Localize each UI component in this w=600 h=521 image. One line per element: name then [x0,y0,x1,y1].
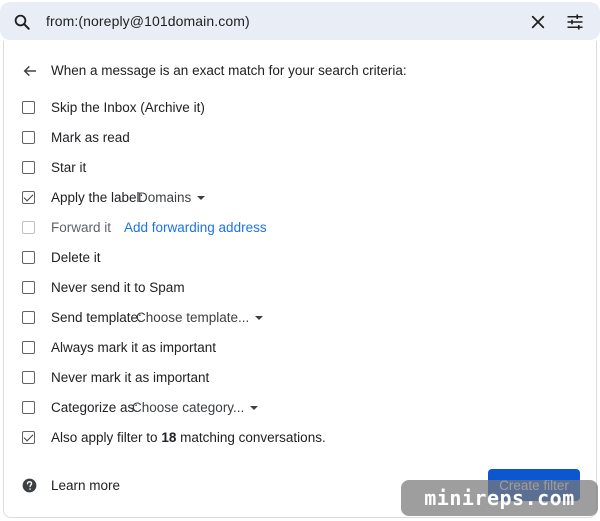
mark-read-label: Mark as read [51,129,130,145]
learn-more-link[interactable]: Learn more [51,478,120,493]
category-select[interactable]: Choose category... [132,400,260,415]
back-arrow-icon[interactable] [22,63,38,79]
chevron-down-icon [197,195,206,200]
also-apply-checkbox[interactable] [22,430,35,444]
option-apply-label[interactable]: Apply the label: Domains [22,187,206,207]
filter-heading: When a message is an exact match for you… [51,63,407,78]
skip-inbox-label: Skip the Inbox (Archive it) [51,99,205,115]
matching-count: 18 [161,429,177,445]
search-input[interactable]: from:(noreply@101domain.com) [46,13,250,29]
never-important-label: Never mark it as important [51,369,210,385]
search-bar[interactable]: from:(noreply@101domain.com) [0,2,600,40]
option-also-apply[interactable]: Also apply filter to 18 matching convers… [22,427,326,447]
categorize-label: Categorize as: [51,399,139,415]
chevron-down-icon [255,315,264,320]
delete-checkbox[interactable] [22,250,35,264]
close-icon[interactable] [530,14,546,30]
option-skip-inbox[interactable]: Skip the Inbox (Archive it) [22,97,205,117]
star-label: Star it [51,159,87,175]
also-apply-prefix: Also apply filter to [51,429,158,445]
never-important-checkbox[interactable] [22,370,35,384]
apply-label-checkbox[interactable] [22,190,35,204]
chevron-down-icon [250,405,259,410]
never-spam-checkbox[interactable] [22,280,35,294]
search-icon [14,14,30,30]
apply-label-label: Apply the label: [51,189,144,205]
always-important-checkbox[interactable] [22,340,35,354]
category-select-value: Choose category... [132,399,245,415]
categorize-checkbox[interactable] [22,400,35,414]
watermark: minireps.com [401,480,598,516]
template-select[interactable]: Choose template... [136,310,265,325]
option-always-important[interactable]: Always mark it as important [22,337,216,357]
skip-inbox-checkbox[interactable] [22,100,35,114]
tune-icon[interactable] [566,13,584,31]
send-template-label: Send template: [51,309,142,325]
option-categorize[interactable]: Categorize as: Choose category... [22,397,259,417]
template-select-value: Choose template... [136,309,250,325]
add-forwarding-link[interactable]: Add forwarding address [124,220,267,235]
never-spam-label: Never send it to Spam [51,279,185,295]
option-star[interactable]: Star it [22,157,86,177]
mark-read-checkbox[interactable] [22,130,35,144]
option-forward[interactable]: Forward it Add forwarding address [22,217,267,237]
option-send-template[interactable]: Send template: Choose template... [22,307,264,327]
label-select[interactable]: Domains [138,190,207,205]
forward-checkbox[interactable] [22,220,35,234]
help-icon [22,478,37,493]
also-apply-suffix: matching conversations. [180,429,326,445]
always-important-label: Always mark it as important [51,339,217,355]
delete-label: Delete it [51,249,101,265]
star-checkbox[interactable] [22,160,35,174]
label-select-value: Domains [138,189,192,205]
also-apply-label: Also apply filter to 18 matching convers… [51,430,326,445]
option-mark-read[interactable]: Mark as read [22,127,130,147]
forward-label: Forward it [51,219,112,235]
option-never-spam[interactable]: Never send it to Spam [22,277,185,297]
send-template-checkbox[interactable] [22,310,35,324]
option-never-important[interactable]: Never mark it as important [22,367,209,387]
option-delete[interactable]: Delete it [22,247,101,267]
